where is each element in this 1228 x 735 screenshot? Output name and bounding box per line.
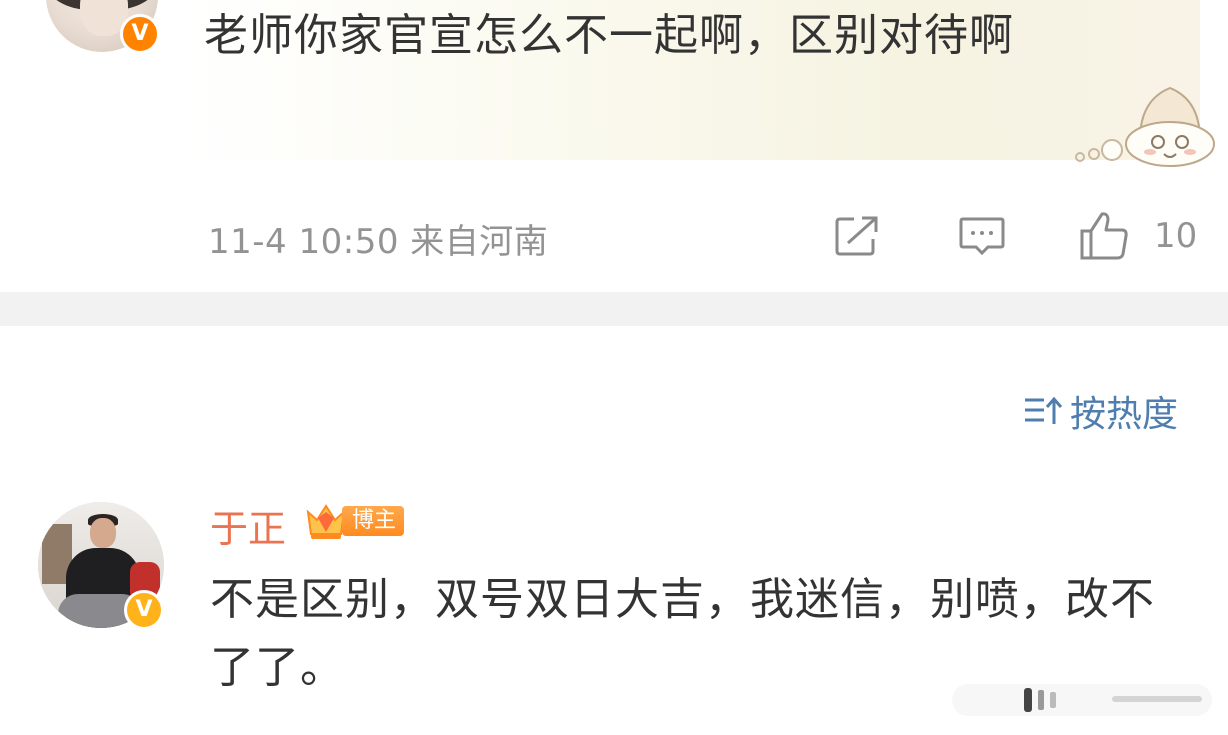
share-button[interactable] (834, 212, 882, 260)
sort-label: 按热度 (1070, 394, 1179, 435)
blogger-badge: 博主 (304, 500, 405, 542)
top-comment-card: V 老师你家官宣怎么不一起啊，区别对待啊 11-4 10:50 来自河南 10 (0, 0, 1228, 292)
like-count: 10 (1154, 216, 1198, 256)
sort-icon (1025, 396, 1063, 424)
section-divider (0, 292, 1228, 326)
verified-badge-icon: V (124, 590, 164, 630)
verified-badge-icon: V (120, 14, 160, 54)
watermark-icon (952, 684, 1212, 716)
reply-button[interactable] (958, 212, 1008, 260)
reply-username[interactable]: 于正 (210, 498, 286, 553)
comment-text: 老师你家官宣怎么不一起啊，区别对待啊 (204, 10, 1014, 61)
like-button[interactable]: 10 (1078, 212, 1208, 260)
share-icon (835, 216, 878, 256)
mascot-sticker-icon (1075, 86, 1215, 167)
comment-icon (959, 217, 1005, 256)
comment-timestamp-location: 11-4 10:50 来自河南 (208, 222, 549, 262)
like-icon (1080, 212, 1128, 260)
sort-by-hot-button[interactable]: 按热度 (1022, 386, 1178, 436)
blogger-tag: 博主 (342, 506, 405, 536)
